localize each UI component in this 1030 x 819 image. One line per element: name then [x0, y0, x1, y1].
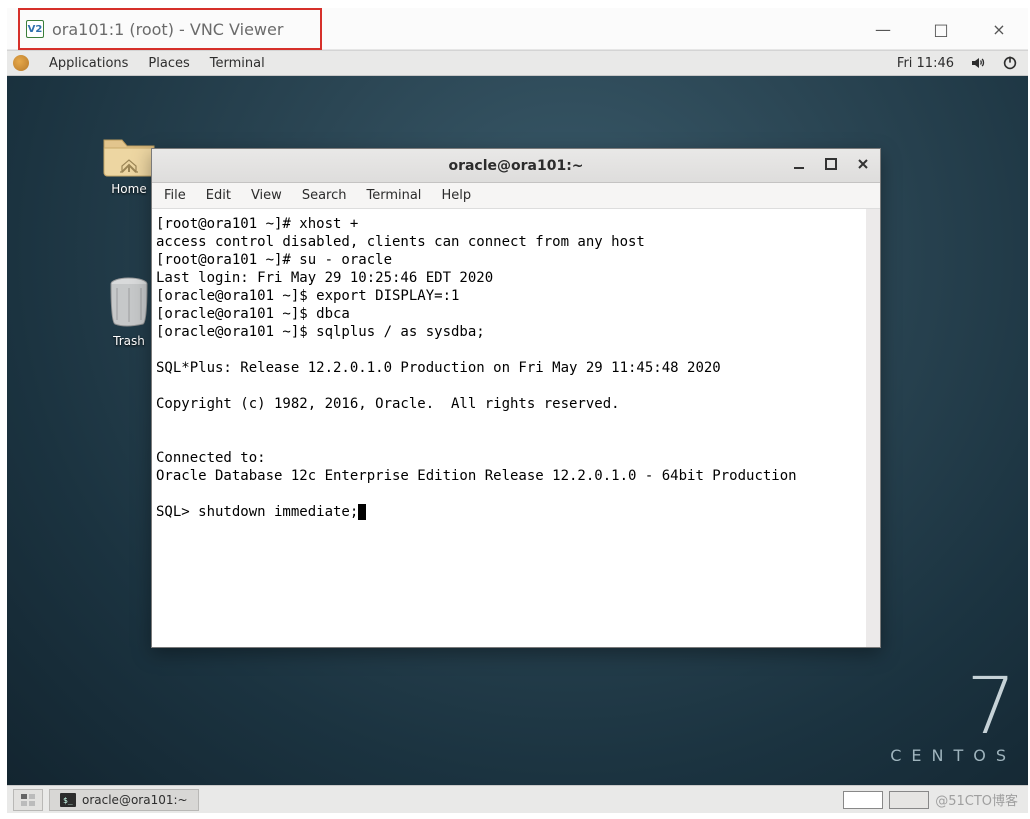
taskbar-tray-slot-1[interactable]	[843, 791, 883, 809]
taskbar-terminal-label: oracle@ora101:~	[82, 793, 188, 807]
terminal-menubar: File Edit View Search Terminal Help	[152, 183, 880, 209]
vnc-title-highlight: V2 ora101:1 (root) - VNC Viewer	[18, 8, 322, 50]
desktop-home-label: Home	[111, 182, 146, 196]
terminal-minimize-button[interactable]	[788, 153, 810, 175]
centos-word: CENTOS	[890, 746, 1016, 765]
taskbar-tray-slot-2[interactable]	[889, 791, 929, 809]
terminal-cursor	[358, 504, 366, 520]
centos-seven: 7	[890, 668, 1016, 746]
terminal-menu-view[interactable]: View	[251, 188, 282, 203]
clock-label[interactable]: Fri 11:46	[897, 56, 954, 71]
applications-icon[interactable]	[13, 55, 29, 71]
terminal-titlebar[interactable]: oracle@ora101:~	[152, 149, 880, 183]
desktop-trash-label: Trash	[113, 334, 145, 348]
terminal-scrollbar[interactable]	[866, 209, 880, 647]
terminal-taskbar-icon: $_	[60, 793, 76, 807]
vnc-minimize-button[interactable]: —	[854, 8, 912, 50]
folder-home-icon	[100, 128, 158, 178]
workspace-switcher[interactable]	[13, 789, 43, 811]
svg-text:$_: $_	[63, 796, 73, 805]
watermark-text: @51CTO博客	[935, 790, 1018, 809]
terminal-menu-terminal[interactable]: Terminal	[366, 188, 421, 203]
vnc-window-controls: — □ ×	[854, 8, 1028, 50]
desktop-area[interactable]: Home Trash 7 CENTOS oracle@ora101:~	[7, 76, 1028, 785]
terminal-body[interactable]: [root@ora101 ~]# xhost + access control …	[152, 209, 880, 647]
terminal-menu-help[interactable]: Help	[441, 188, 471, 203]
workspace-icon	[21, 794, 35, 806]
trash-bin-icon	[105, 276, 153, 330]
vnc-close-button[interactable]: ×	[970, 8, 1028, 50]
vnc-titlebar[interactable]: V2 ora101:1 (root) - VNC Viewer — □ ×	[7, 8, 1028, 50]
vnc-logo-icon: V2	[26, 20, 44, 38]
vnc-window-title: ora101:1 (root) - VNC Viewer	[52, 20, 283, 39]
menu-terminal-app[interactable]: Terminal	[210, 56, 265, 71]
terminal-window: oracle@ora101:~ File Edit View	[151, 148, 881, 648]
volume-icon[interactable]	[970, 55, 986, 71]
gnome-task-bar: $_ oracle@ora101:~ @51CTO博客	[7, 785, 1028, 813]
terminal-output[interactable]: [root@ora101 ~]# xhost + access control …	[152, 209, 866, 647]
gnome-top-bar: Applications Places Terminal Fri 11:46	[7, 50, 1028, 76]
vnc-window: V2 ora101:1 (root) - VNC Viewer — □ × Ap…	[7, 8, 1028, 814]
menu-applications[interactable]: Applications	[49, 56, 128, 71]
terminal-title: oracle@ora101:~	[152, 158, 880, 174]
power-icon[interactable]	[1002, 55, 1018, 71]
terminal-menu-edit[interactable]: Edit	[206, 188, 231, 203]
terminal-close-button[interactable]	[852, 153, 874, 175]
menu-places[interactable]: Places	[148, 56, 189, 71]
vnc-maximize-button[interactable]: □	[912, 8, 970, 50]
terminal-maximize-button[interactable]	[820, 153, 842, 175]
taskbar-terminal-button[interactable]: $_ oracle@ora101:~	[49, 789, 199, 811]
terminal-menu-file[interactable]: File	[164, 188, 186, 203]
centos-branding: 7 CENTOS	[890, 668, 1016, 765]
terminal-menu-search[interactable]: Search	[302, 188, 347, 203]
